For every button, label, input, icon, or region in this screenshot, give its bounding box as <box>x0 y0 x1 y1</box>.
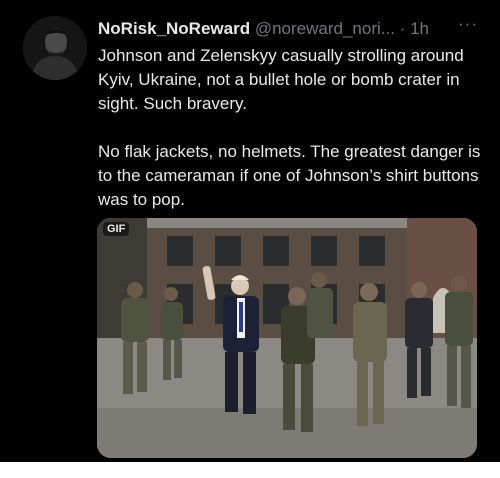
timestamp[interactable]: 1h <box>410 19 429 38</box>
gif-badge: GIF <box>103 222 130 236</box>
display-name[interactable]: NoRisk_NoReward <box>98 19 250 38</box>
tweet-card[interactable]: NoRisk_NoReward @noreward_nori... · 1h ·… <box>0 0 500 462</box>
tweet-media[interactable]: GIF <box>97 218 477 458</box>
handle[interactable]: @noreward_nori... <box>255 19 395 38</box>
media-image <box>97 218 477 458</box>
more-horizontal-icon[interactable]: ··· <box>458 14 478 34</box>
tweet-header: NoRisk_NoReward @noreward_nori... · 1h <box>98 18 478 40</box>
separator: · <box>399 19 406 38</box>
tweet-text: Johnson and Zelenskyy casually strolling… <box>98 46 481 209</box>
avatar[interactable] <box>23 16 87 80</box>
avatar-silhouette-icon <box>23 16 87 80</box>
